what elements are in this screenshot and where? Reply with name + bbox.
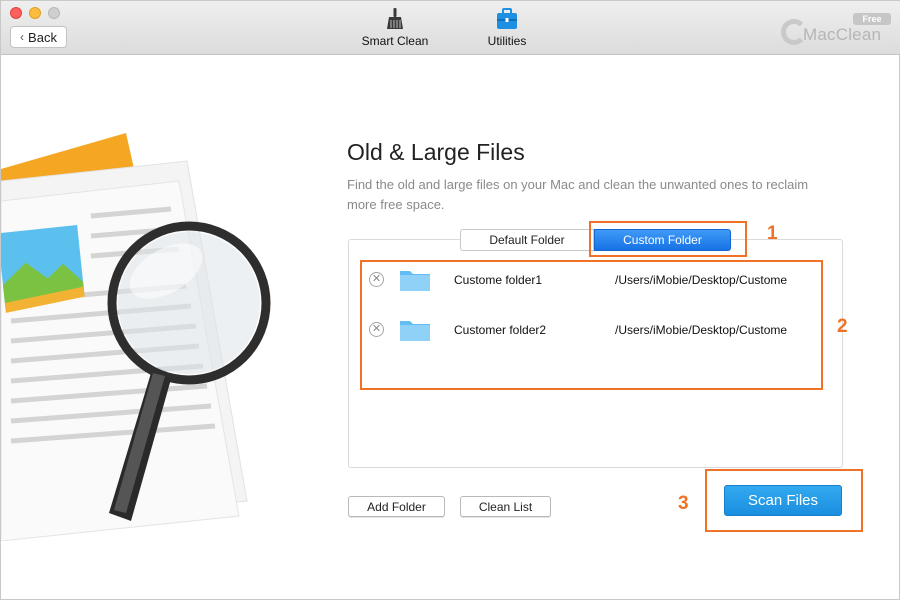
back-button-label: Back (28, 29, 57, 45)
close-window-button[interactable] (10, 7, 22, 19)
title-bar: ‹ Back Smart Clean Utilities MacClean Fr… (1, 1, 900, 55)
nav-utilities-label: Utilities (487, 34, 527, 48)
nav-utilities[interactable]: Utilities (462, 7, 552, 48)
nav-smart-clean[interactable]: Smart Clean (350, 7, 440, 48)
back-button[interactable]: ‹ Back (10, 26, 67, 48)
add-folder-button[interactable]: Add Folder (348, 496, 445, 517)
free-badge: Free (853, 13, 891, 25)
toolbox-icon (497, 8, 517, 29)
callout-box-step-3 (705, 469, 863, 532)
callout-number-3: 3 (678, 493, 689, 514)
magnifier-illustration (1, 133, 271, 541)
app-window: ‹ Back Smart Clean Utilities MacClean Fr… (0, 0, 900, 600)
page-title: Old & Large Files (347, 139, 525, 165)
nav-smart-clean-label: Smart Clean (361, 34, 429, 48)
brand-name: MacClean (803, 25, 882, 44)
zoom-window-button[interactable] (48, 7, 60, 19)
broom-icon (387, 8, 403, 29)
page-description: Find the old and large files on your Mac… (347, 177, 809, 212)
callout-box-step-1 (589, 221, 747, 257)
chevron-left-icon: ‹ (20, 30, 25, 44)
brand-logo: MacClean Free (781, 13, 891, 47)
callout-number-2: 2 (837, 316, 848, 337)
callout-number-1: 1 (767, 223, 778, 244)
tab-default-folder[interactable]: Default Folder (460, 229, 594, 251)
clean-list-button[interactable]: Clean List (460, 496, 551, 517)
callout-box-step-2 (360, 260, 823, 390)
minimize-window-button[interactable] (29, 7, 41, 19)
